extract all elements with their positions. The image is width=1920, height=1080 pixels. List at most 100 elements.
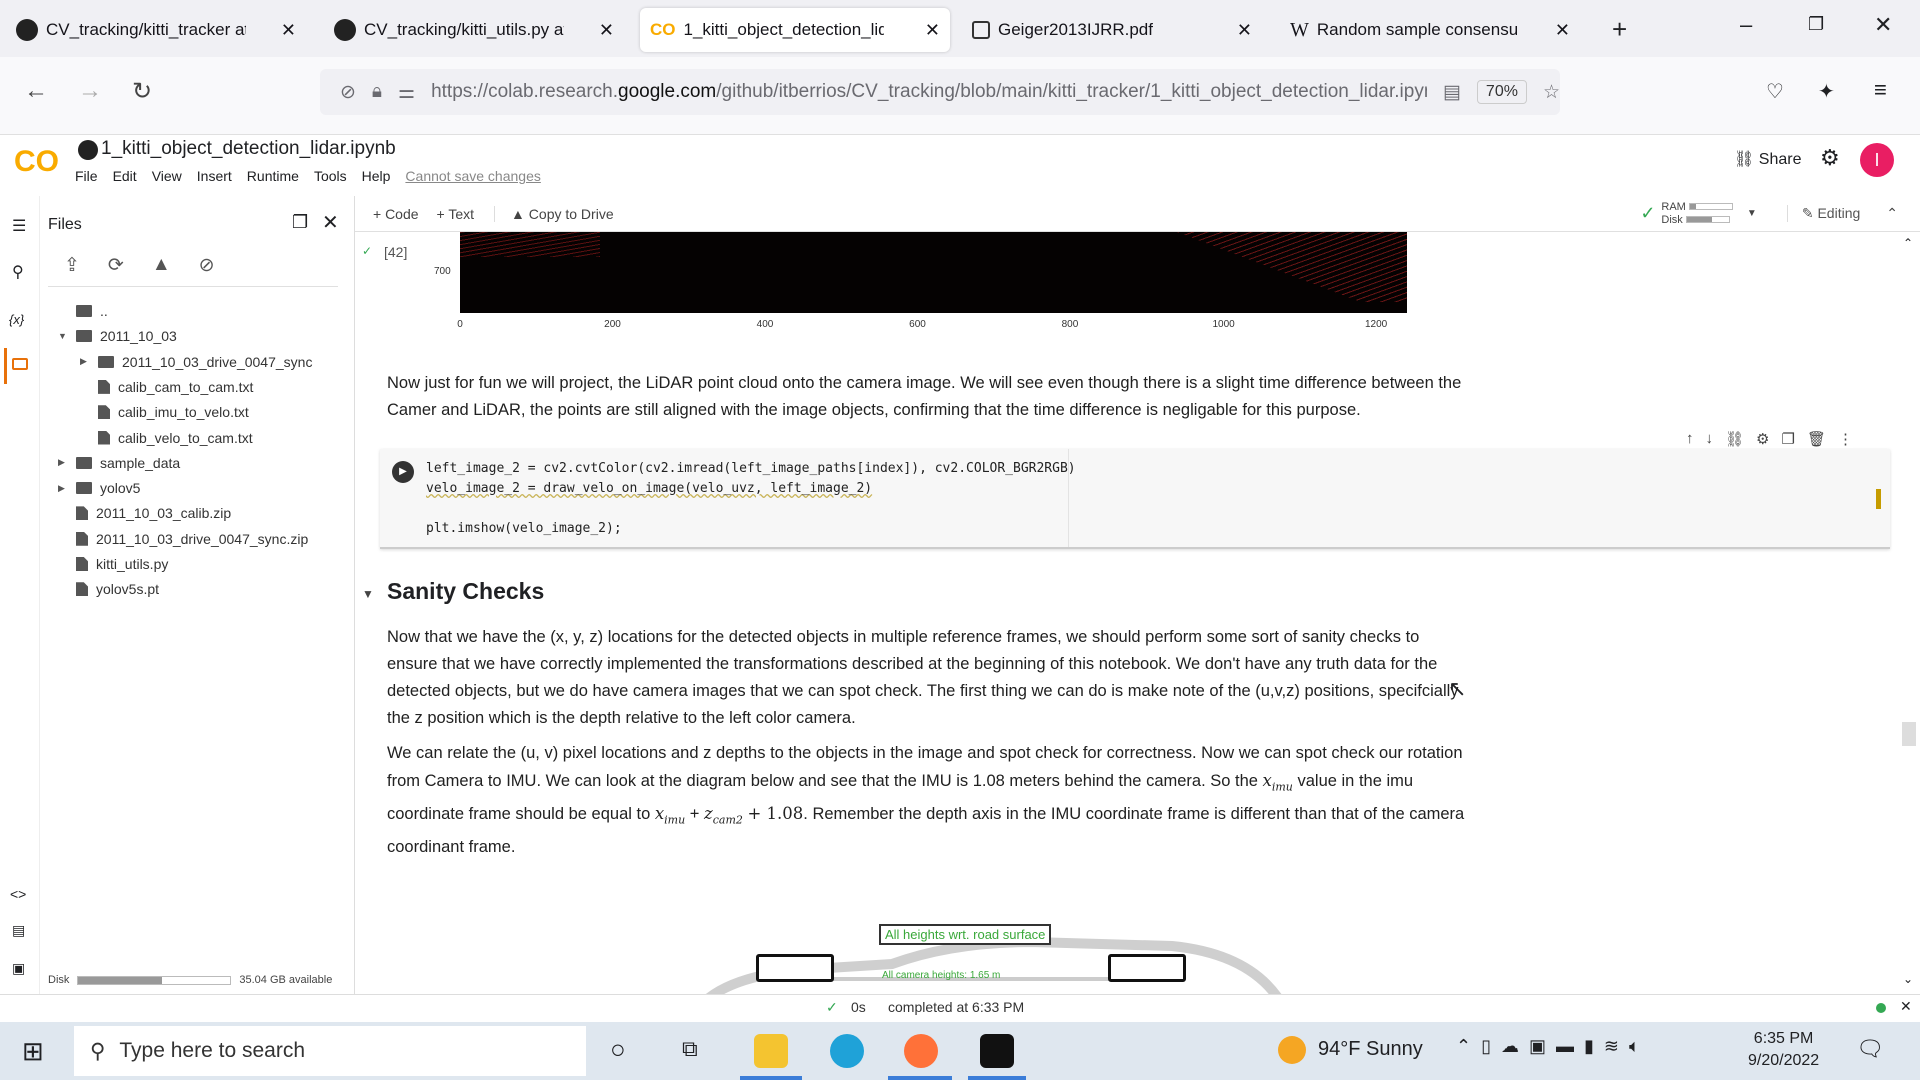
forward-button[interactable]: →: [78, 77, 102, 105]
more-options-icon[interactable]: ⋮: [1838, 430, 1853, 448]
file-tree-item[interactable]: calib_velo_to_cam.txt: [80, 430, 253, 446]
file-tree-item[interactable]: calib_imu_to_velo.txt: [80, 404, 249, 420]
close-tab-icon[interactable]: ✕: [1555, 20, 1570, 41]
command-palette-icon[interactable]: ▤: [12, 922, 25, 939]
file-tree-item[interactable]: ▶ yolov5: [58, 480, 140, 496]
run-cell-button[interactable]: ▶: [392, 461, 414, 483]
file-tree-item[interactable]: yolov5s.pt: [58, 581, 159, 597]
browser-tab[interactable]: Geiger2013IJRR.pdf ✕: [962, 8, 1262, 52]
delete-cell-icon[interactable]: 🗑︎: [1807, 430, 1826, 448]
scrollbar[interactable]: ⌃ ⌄: [1898, 232, 1920, 994]
add-code-button[interactable]: + Code: [373, 206, 419, 222]
browser-tab[interactable]: CV_tracking/kitti_utils.py at m✕: [324, 8, 624, 52]
scrollbar-thumb[interactable]: [1902, 722, 1916, 746]
file-tree-item[interactable]: ..: [58, 303, 108, 319]
code-snippets-icon[interactable]: <>: [10, 886, 26, 902]
variables-icon[interactable]: {x}: [9, 312, 24, 327]
cell-settings-icon[interactable]: ⚙: [1756, 430, 1769, 448]
close-window-button[interactable]: ✕: [1874, 12, 1892, 38]
resource-monitor[interactable]: RAM Disk: [1661, 201, 1733, 227]
upload-file-icon[interactable]: ⇪: [64, 254, 80, 277]
windows-start-icon[interactable]: ⊞: [22, 1036, 44, 1067]
task-view-icon[interactable]: ⧉: [682, 1036, 698, 1062]
menu-insert[interactable]: Insert: [197, 168, 232, 184]
lock-icon[interactable]: 🔒︎: [372, 81, 382, 103]
close-tab-icon[interactable]: ✕: [281, 20, 296, 41]
browser-tab[interactable]: CV_tracking/kitti_tracker at m ✕: [6, 8, 306, 52]
share-button[interactable]: ⛓ Share: [1734, 149, 1801, 169]
menu-help[interactable]: Help: [362, 168, 391, 184]
search-icon[interactable]: ⚲: [12, 262, 24, 282]
caret-right-icon[interactable]: ▶: [80, 356, 90, 367]
completion-status[interactable]: completed at 6:33 PM: [888, 999, 1024, 1015]
file-tree-item[interactable]: 2011_10_03_calib.zip: [58, 505, 231, 521]
minimize-button[interactable]: –: [1740, 12, 1752, 38]
close-status-icon[interactable]: ✕: [1900, 998, 1912, 1015]
add-text-button[interactable]: + Text: [437, 206, 475, 222]
menu-tools[interactable]: Tools: [314, 168, 347, 184]
hide-files-icon[interactable]: ⊘: [199, 254, 215, 277]
extension-icon[interactable]: ✦: [1818, 79, 1835, 104]
terminal-icon[interactable]: ▣: [12, 960, 25, 977]
close-tab-icon[interactable]: ✕: [599, 20, 614, 41]
menu-edit[interactable]: Edit: [113, 168, 137, 184]
tracking-protection-icon[interactable]: ⊘: [340, 81, 356, 104]
new-tab-button[interactable]: +: [1612, 14, 1627, 45]
restore-button[interactable]: ❐: [1808, 14, 1824, 35]
menu-view[interactable]: View: [152, 168, 182, 184]
resources-dropdown-icon[interactable]: ▼: [1747, 208, 1757, 219]
bookmark-star-icon[interactable]: ☆: [1543, 81, 1560, 104]
clock[interactable]: 6:35 PM 9/20/2022: [1748, 1028, 1819, 1072]
url-field[interactable]: ⊘ 🔒︎ ⚌ https://colab.research.google.com…: [320, 69, 1560, 115]
file-tree-item[interactable]: ▶ 2011_10_03_drive_0047_sync: [80, 354, 312, 370]
move-down-icon[interactable]: ↓: [1706, 430, 1714, 448]
menu-icon[interactable]: ≡: [1874, 77, 1887, 103]
edge-icon[interactable]: [830, 1034, 864, 1068]
firefox-icon[interactable]: [904, 1034, 938, 1068]
close-tab-icon[interactable]: ✕: [925, 20, 940, 41]
open-in-tab-icon[interactable]: ❐: [292, 212, 308, 233]
reload-button[interactable]: ↻: [132, 77, 152, 106]
pocket-icon[interactable]: ♡: [1766, 79, 1784, 104]
zoom-level-button[interactable]: 70%: [1476, 80, 1527, 104]
file-tree-item[interactable]: 2011_10_03_drive_0047_sync.zip: [58, 531, 308, 547]
refresh-folder-icon[interactable]: ⟳: [108, 254, 124, 277]
system-tray-icons[interactable]: ⌃▯☁▣▬▮≋🔈︎: [1456, 1036, 1650, 1057]
close-tab-icon[interactable]: ✕: [1237, 20, 1252, 41]
file-tree-item[interactable]: ▼ 2011_10_03: [58, 328, 177, 344]
files-icon[interactable]: [12, 358, 28, 370]
caret-down-icon[interactable]: ▼: [58, 331, 68, 341]
settings-gear-icon[interactable]: ⚙: [1820, 145, 1840, 171]
taskbar-search[interactable]: ⚲ Type here to search: [74, 1026, 586, 1076]
app-icon[interactable]: [980, 1034, 1014, 1068]
colab-logo[interactable]: CO: [14, 145, 59, 179]
notifications-icon[interactable]: 🗨︎: [1856, 1036, 1884, 1062]
mount-drive-icon[interactable]: ▲: [152, 254, 171, 277]
file-tree-item[interactable]: calib_cam_to_cam.txt: [80, 379, 253, 395]
code-cell[interactable]: ▶ left_image_2 = cv2.cvtColor(cv2.imread…: [380, 449, 1890, 549]
close-panel-icon[interactable]: ✕: [322, 210, 339, 235]
browser-tab[interactable]: W Random sample consensus - ✕: [1280, 8, 1580, 52]
file-tree-item[interactable]: kitti_utils.py: [58, 556, 168, 572]
cannot-save-link[interactable]: Cannot save changes: [405, 168, 540, 184]
menu-file[interactable]: File: [75, 168, 98, 184]
file-tree-item[interactable]: ▶ sample_data: [58, 455, 180, 471]
browser-tab-active[interactable]: CO 1_kitti_object_detection_lidar ✕: [640, 8, 950, 52]
caret-right-icon[interactable]: ▶: [58, 483, 68, 494]
table-of-contents-icon[interactable]: ☰: [12, 216, 26, 236]
link-icon[interactable]: ⛓: [1725, 430, 1744, 448]
collapse-header-icon[interactable]: ⌃: [1886, 205, 1898, 222]
caret-right-icon[interactable]: ▶: [58, 457, 68, 468]
scroll-up-icon[interactable]: ⌃: [1903, 236, 1913, 250]
copy-to-drive-button[interactable]: ▲ Copy to Drive: [494, 205, 614, 222]
permissions-icon[interactable]: ⚌: [398, 81, 415, 104]
editing-mode-button[interactable]: ✎ Editing: [1786, 205, 1860, 222]
move-up-icon[interactable]: ↑: [1686, 430, 1694, 448]
weather-text[interactable]: 94°F Sunny: [1318, 1038, 1423, 1061]
notebook-title[interactable]: 1_kitti_object_detection_lidar.ipynb: [101, 138, 396, 160]
mirror-cell-icon[interactable]: ❐: [1782, 430, 1795, 448]
menu-runtime[interactable]: Runtime: [247, 168, 299, 184]
cortana-icon[interactable]: ○: [610, 1034, 626, 1065]
collapse-section-icon[interactable]: ▼: [362, 587, 374, 601]
code-editor[interactable]: left_image_2 = cv2.cvtColor(cv2.imread(l…: [426, 459, 1076, 539]
